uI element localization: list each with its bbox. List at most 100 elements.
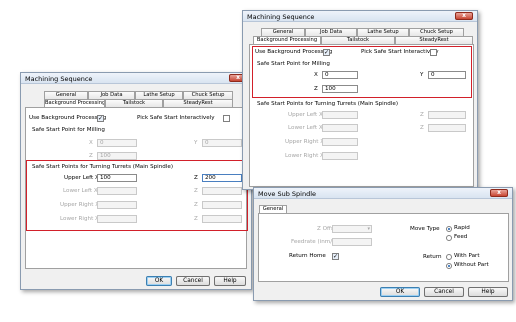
tab-general[interactable]: General [44, 91, 88, 99]
cancel-button[interactable]: Cancel [176, 276, 210, 286]
lower-left-z-field[interactable] [428, 124, 466, 132]
upper-right-x-label: Upper Right X [60, 202, 100, 208]
rapid-radio[interactable] [446, 226, 452, 232]
tab-panel: Z Offset ▾ Feedrate (inm/min) Return Hom… [258, 213, 509, 282]
close-button[interactable]: x [490, 189, 508, 197]
upper-right-x-field[interactable] [97, 201, 137, 209]
upper-left-x-field[interactable] [322, 111, 358, 119]
move-type-label: Move Type [410, 226, 440, 232]
use-background-processing-checkbox[interactable]: ✓ [323, 49, 330, 56]
ok-button[interactable]: OK [146, 276, 172, 286]
upper-right-x-label: Upper Right X [285, 139, 325, 145]
pick-safe-start-checkbox[interactable] [430, 49, 437, 56]
mill-y-label: Y [194, 140, 198, 146]
help-button[interactable]: Help [468, 287, 508, 297]
title-bar[interactable]: Machining Sequence x [21, 73, 251, 84]
without-part-radio[interactable] [446, 263, 452, 269]
tab-lathe-setup[interactable]: Lathe Setup [135, 91, 183, 99]
return-home-label: Return Home [289, 253, 326, 259]
tab-background-processing[interactable]: Background Processing [44, 99, 105, 107]
machining-sequence-dialog-right: Machining Sequence x General Job Data La… [242, 10, 478, 190]
mill-z-field[interactable]: 100 [322, 85, 358, 93]
upper-left-z-label: Z [420, 112, 424, 118]
tab-chuck-setup[interactable]: Chuck Setup [409, 28, 464, 36]
lower-right-x-label: Lower Right X [285, 153, 324, 159]
upper-left-z-label: Z [194, 175, 198, 181]
upper-right-z-label: Z [194, 202, 198, 208]
help-button[interactable]: Help [214, 276, 246, 286]
lower-left-x-label: Lower Left X [63, 188, 98, 194]
upper-left-x-label: Upper Left X [288, 112, 323, 118]
lower-left-x-label: Lower Left X [288, 125, 323, 131]
upper-right-z-field[interactable] [202, 201, 242, 209]
return-home-checkbox[interactable]: ✓ [332, 253, 339, 260]
return-label: Return [423, 254, 442, 260]
lower-left-z-label: Z [194, 188, 198, 194]
title-bar[interactable]: Machining Sequence x [243, 11, 477, 22]
upper-left-z-field[interactable]: 200 [202, 174, 242, 182]
tab-steadyrest[interactable]: SteadyRest [395, 36, 473, 44]
ok-button[interactable]: OK [380, 287, 420, 297]
lower-left-x-field[interactable] [97, 187, 137, 195]
dialog-title: Machining Sequence [25, 75, 93, 83]
upper-left-z-field[interactable] [428, 111, 466, 119]
mill-z-field[interactable]: 100 [97, 152, 137, 160]
mill-y-field[interactable]: 0 [202, 139, 242, 147]
lower-right-x-field[interactable] [322, 152, 358, 160]
cancel-button[interactable]: Cancel [424, 287, 464, 297]
tab-panel: Use Background Processing ✓ Pick Safe St… [249, 44, 474, 187]
dialog-title: Move Sub Spindle [258, 190, 317, 198]
turning-group-title: Safe Start Points for Turning Turrets (M… [32, 164, 174, 170]
tab-panel: Use Background Processing ✓ Pick Safe St… [25, 107, 248, 269]
mill-x-label: X [89, 140, 93, 146]
mill-y-label: Y [420, 72, 424, 78]
tab-general[interactable]: General [259, 205, 287, 213]
upper-left-x-label: Upper Left X [64, 175, 99, 181]
tab-steadyrest[interactable]: SteadyRest [163, 99, 233, 107]
lower-left-z-label: Z [420, 125, 424, 131]
use-background-processing-checkbox[interactable]: ✓ [97, 115, 104, 122]
tab-tailstock[interactable]: Tailstock [105, 99, 163, 107]
feed-label: Feed [454, 234, 468, 240]
tab-job-data[interactable]: Job Data [305, 28, 357, 36]
rapid-label: Rapid [454, 225, 470, 231]
lower-left-z-field[interactable] [202, 187, 242, 195]
pick-safe-start-label: Pick Safe Start Interactively [137, 115, 215, 121]
upper-left-x-field[interactable]: 100 [97, 174, 137, 182]
mill-y-field[interactable]: 0 [428, 71, 466, 79]
chevron-down-icon: ▾ [367, 226, 370, 232]
z-offset-combo[interactable]: ▾ [332, 225, 372, 233]
with-part-label: With Part [454, 253, 480, 259]
lower-right-z-label: Z [194, 216, 198, 222]
feedrate-field[interactable] [332, 238, 372, 246]
mill-z-label: Z [314, 86, 318, 92]
move-sub-spindle-dialog: Move Sub Spindle x General Z Offset ▾ Fe… [253, 187, 513, 301]
machining-sequence-dialog-left: Machining Sequence x General Job Data La… [20, 72, 252, 290]
use-background-processing-label: Use Background Processing [29, 115, 107, 121]
tab-general[interactable]: General [261, 28, 305, 36]
dialog-title: Machining Sequence [247, 13, 315, 21]
lower-right-x-field[interactable] [97, 215, 137, 223]
milling-group-title: Safe Start Point for Milling [257, 61, 330, 67]
tab-background-processing[interactable]: Background Processing [253, 36, 321, 44]
tab-job-data[interactable]: Job Data [88, 91, 135, 99]
pick-safe-start-checkbox[interactable] [223, 115, 230, 122]
tab-lathe-setup[interactable]: Lathe Setup [357, 28, 409, 36]
without-part-label: Without Part [454, 262, 489, 268]
lower-right-x-label: Lower Right X [60, 216, 99, 222]
mill-x-field[interactable]: 0 [97, 139, 137, 147]
tab-tailstock[interactable]: Tailstock [321, 36, 395, 44]
pick-safe-start-label: Pick Safe Start Interactively [361, 49, 439, 55]
mill-x-field[interactable]: 0 [322, 71, 358, 79]
mill-z-label: Z [89, 153, 93, 159]
title-bar[interactable]: Move Sub Spindle x [254, 188, 512, 199]
with-part-radio[interactable] [446, 254, 452, 260]
upper-right-x-field[interactable] [322, 138, 358, 146]
close-button[interactable]: x [455, 12, 473, 20]
feed-radio[interactable] [446, 235, 452, 241]
tab-chuck-setup[interactable]: Chuck Setup [183, 91, 233, 99]
lower-right-z-field[interactable] [202, 215, 242, 223]
lower-left-x-field[interactable] [322, 124, 358, 132]
turning-group-title: Safe Start Points for Turning Turrets (M… [257, 101, 399, 107]
mill-x-label: X [314, 72, 318, 78]
